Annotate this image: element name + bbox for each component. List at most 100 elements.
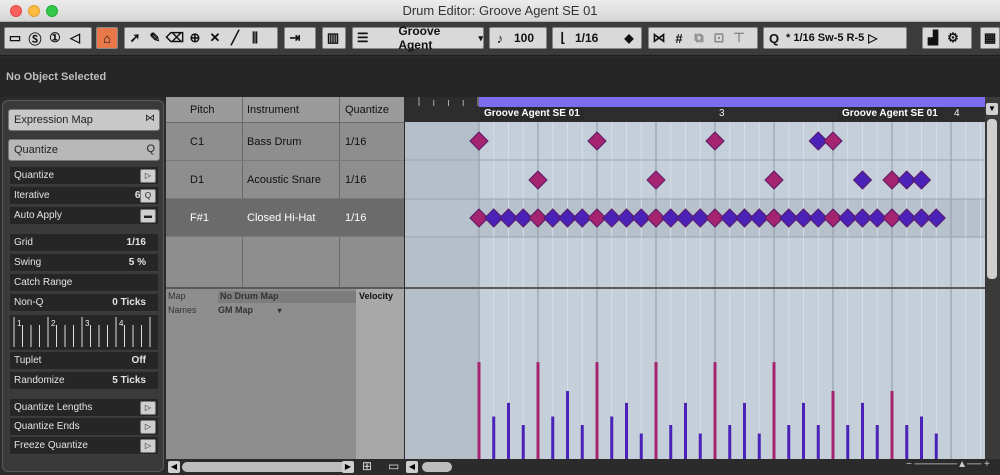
quantize-preset-selector[interactable]: Q * 1/16 Sw-5 R-5 ▷: [763, 27, 907, 49]
velocity-bar[interactable]: [743, 402, 746, 459]
velocity-bar[interactable]: [684, 402, 687, 459]
quantize-grid-display[interactable]: 1 2 3 4: [10, 315, 158, 351]
list-scroll-thumb[interactable]: [182, 462, 352, 472]
length-quantize-field[interactable]: ⌊ 1/16 ◆: [552, 27, 642, 49]
drum-solo-button[interactable]: ▥: [322, 27, 346, 49]
row-action-icon[interactable]: ▷: [140, 401, 156, 415]
velocity-bar[interactable]: [595, 362, 599, 459]
row-action-icon[interactable]: ▷: [140, 439, 156, 453]
velocity-bar[interactable]: [654, 362, 658, 459]
row-action-icon[interactable]: Q: [140, 189, 156, 203]
horizontal-scroll-thumb[interactable]: [422, 462, 452, 472]
insert-velocity-field[interactable]: ♪ 100: [489, 27, 547, 49]
snare-note[interactable]: [911, 170, 932, 190]
velocity-bar[interactable]: [477, 362, 481, 459]
mute-icon[interactable]: ✕: [205, 30, 225, 46]
scroll-left-icon[interactable]: ◀: [168, 461, 180, 473]
velocity-bar[interactable]: [492, 416, 496, 460]
velocity-bar[interactable]: [757, 433, 761, 460]
instrument-selector[interactable]: ☰ Groove Agent ▾: [352, 24, 484, 52]
velocity-bar[interactable]: [890, 391, 894, 459]
solo-icon[interactable]: Ⓢ: [25, 29, 45, 48]
names-selector[interactable]: GM Map ▾: [218, 305, 282, 315]
split-icon[interactable]: ⫼: [245, 30, 265, 46]
inspector-row-rows_mid-0[interactable]: Grid 1/16: [10, 234, 158, 252]
pitch-column-header[interactable]: Pitch: [190, 104, 214, 116]
scroll-down-icon[interactable]: ▼: [986, 103, 998, 115]
inspector-row-rows_top-2[interactable]: Auto Apply ▬: [10, 207, 158, 225]
velocity-bar[interactable]: [802, 402, 805, 459]
zoom-slider-icon[interactable]: ◁: [986, 257, 998, 273]
bass-drum-note[interactable]: [823, 131, 843, 151]
bass-drum-note[interactable]: [587, 131, 607, 151]
drum-map-selector[interactable]: No Drum Map: [218, 291, 356, 303]
velocity-bar[interactable]: [713, 362, 717, 459]
autoscroll-button[interactable]: ⌂: [96, 27, 118, 49]
velocity-bar[interactable]: [831, 391, 835, 459]
record-velocity-icon[interactable]: ⊤: [729, 30, 749, 46]
velocity-bar[interactable]: [610, 416, 614, 460]
vertical-scrollbar[interactable]: ▼ ◁: [985, 97, 1000, 459]
velocity-bar[interactable]: [861, 402, 864, 459]
drum-list-row[interactable]: C1 Bass Drum 1/16: [166, 123, 404, 161]
velocity-lane[interactable]: [405, 287, 985, 459]
snare-note[interactable]: [646, 170, 666, 190]
snare-note[interactable]: [852, 170, 873, 190]
velocity-bar[interactable]: [875, 425, 879, 459]
erase-icon[interactable]: ⌫: [165, 30, 185, 46]
velocity-bar[interactable]: [787, 425, 791, 459]
inspector-row-rows_mid-2[interactable]: Catch Range: [10, 274, 158, 292]
drum-note-grid[interactable]: [405, 122, 985, 287]
quantize-column-header[interactable]: Quantize: [345, 104, 389, 116]
velocity-bar[interactable]: [521, 425, 525, 459]
inspector-row-rows_low-1[interactable]: Randomize 5 Ticks: [10, 372, 158, 390]
inspector-row-rows_bottom-2[interactable]: Freeze Quantize ▷: [10, 437, 158, 455]
velocity-bar[interactable]: [507, 402, 510, 459]
apply-quantize-icon[interactable]: ▷: [868, 31, 877, 45]
inspector-row-rows_top-1[interactable]: Iterative 60 Q: [10, 187, 158, 205]
inspector-row-rows_bottom-1[interactable]: Quantize Ends ▷: [10, 418, 158, 436]
velocity-bar[interactable]: [934, 433, 938, 460]
horizontal-zoom-slider[interactable]: − ──────▲── +: [906, 459, 998, 473]
velocity-bar[interactable]: [566, 391, 569, 459]
velocity-bar[interactable]: [580, 425, 584, 459]
velocity-bar[interactable]: [669, 425, 673, 459]
expression-map-section[interactable]: Expression Map ⋈: [8, 109, 160, 131]
listen-icon[interactable]: ◁: [65, 30, 85, 46]
timeline-ruler[interactable]: Groove Agent SE 01 Groove Agent SE 01 3 …: [405, 97, 995, 122]
inspector-toggle-icon[interactable]: ▭: [5, 30, 25, 46]
instrument-column-header[interactable]: Instrument: [247, 104, 299, 116]
bass-drum-note[interactable]: [705, 131, 725, 151]
record-pitch-icon[interactable]: ⊡: [709, 30, 729, 46]
velocity-bar[interactable]: [816, 425, 820, 459]
velocity-bar[interactable]: [551, 416, 555, 460]
mixer-icon[interactable]: ▟: [923, 30, 943, 46]
settings-icon[interactable]: ⚙: [943, 30, 963, 46]
velocity-bar[interactable]: [536, 362, 540, 459]
quantize-section-tab[interactable]: Quantize Q: [8, 139, 160, 161]
setup-window-button[interactable]: ▦: [980, 27, 1000, 49]
acoustic-feedback-icon[interactable]: ①: [45, 30, 65, 46]
row-action-icon[interactable]: ▷: [140, 169, 156, 183]
velocity-bar[interactable]: [639, 433, 643, 460]
object-select-icon[interactable]: ➚: [125, 30, 145, 46]
velocity-bar[interactable]: [728, 425, 732, 459]
draw-icon[interactable]: ✎: [145, 30, 165, 46]
scroll-left-icon[interactable]: ◀: [406, 461, 418, 473]
zoom-icon[interactable]: ⊕: [185, 30, 205, 46]
row-action-icon[interactable]: ▷: [140, 420, 156, 434]
vertical-scroll-thumb[interactable]: [987, 119, 997, 279]
snare-note[interactable]: [528, 170, 548, 190]
scroll-right-icon[interactable]: ▶: [342, 461, 354, 473]
snare-note[interactable]: [764, 170, 784, 190]
horizontal-scrollbar[interactable]: ◀ ▶ ⊞ ▭ ◀ − ──────▲── +: [166, 459, 1000, 475]
row-action-icon[interactable]: ▬: [140, 209, 156, 223]
drum-list-row[interactable]: F#1 Closed Hi-Hat 1/16: [166, 199, 404, 237]
lane-presets-icon[interactable]: ▭: [388, 459, 399, 473]
velocity-bar[interactable]: [846, 425, 850, 459]
inspector-row-rows_mid-1[interactable]: Swing 5 %: [10, 254, 158, 272]
add-lane-icon[interactable]: ⊞: [362, 459, 372, 473]
velocity-bar[interactable]: [772, 362, 776, 459]
snap-toggle[interactable]: ⇥: [284, 27, 316, 49]
velocity-bar[interactable]: [905, 425, 909, 459]
